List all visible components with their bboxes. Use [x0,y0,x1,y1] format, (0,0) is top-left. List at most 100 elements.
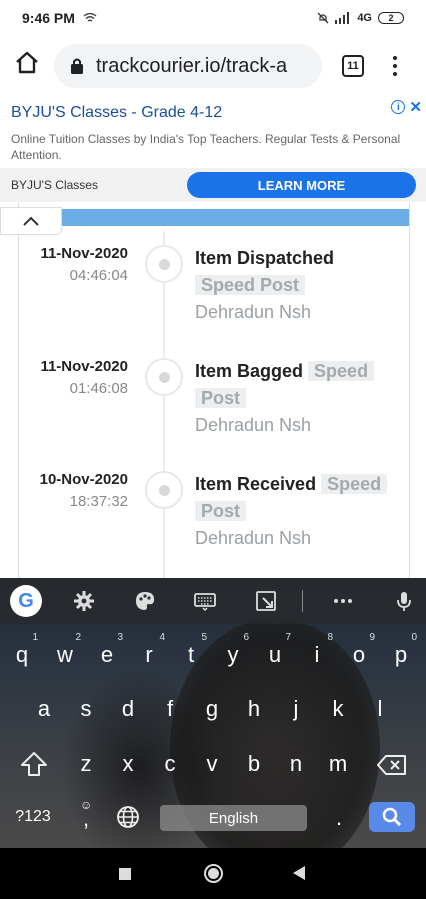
globe-icon[interactable] [116,805,140,829]
resize-icon[interactable] [255,590,277,612]
event-location: Dehradun Nsh [195,415,312,435]
key-b[interactable]: b [234,751,274,777]
battery-level: 2 [388,13,394,23]
palette-icon[interactable] [134,590,156,612]
key-s[interactable]: s [66,696,106,722]
key-w[interactable]: w2 [45,632,85,668]
timeline-dot [145,245,183,283]
info-icon[interactable]: i [391,100,406,114]
home-icon[interactable] [14,50,40,76]
key-p[interactable]: p0 [381,632,421,668]
keyboard-icon[interactable] [194,590,216,612]
event-title: Item Received [195,474,317,494]
key-u[interactable]: u7 [255,632,295,668]
key-r[interactable]: r4 [129,632,169,668]
soft-keyboard: G q1 w2 e3 r4 t5 y6 u7 i8 o9 p0 a s d f … [0,578,426,848]
status-time: 9:46 PM [22,10,75,26]
close-icon[interactable]: ✕ [409,98,422,116]
url-text: trackcourier.io/track-a [96,54,288,77]
service-badge: Speed Post [195,275,306,295]
event-location: Dehradun Nsh [195,528,312,548]
mic-icon[interactable] [393,590,415,612]
tracking-content: 11-Nov-2020 04:46:04 Item Dispatched Spe… [0,203,426,578]
comma-key[interactable]: ☺ , [68,798,104,832]
more-horiz-icon[interactable] [332,590,354,612]
ad-banner[interactable]: BYJU'S Classes - Grade 4-12 i ✕ Online T… [0,96,426,203]
key-k[interactable]: k [318,696,358,722]
event-title-line: Item Bagged Speed Post [195,358,395,412]
event-location: Dehradun Nsh [195,302,312,322]
mute-icon [317,12,329,24]
event-time: 04:46:04 [69,267,128,284]
search-key[interactable] [369,802,415,832]
event-date: 10-Nov-2020 [39,471,128,488]
signal-icon [335,12,350,24]
collapse-ad-button[interactable] [0,207,62,235]
ad-footer: BYJU'S Classes LEARN MORE [0,168,426,202]
back-button[interactable] [293,866,305,880]
battery-icon: 2 [378,12,404,24]
key-h[interactable]: h [234,696,274,722]
shift-icon[interactable] [20,751,48,777]
home-button[interactable] [204,864,223,883]
ad-title[interactable]: BYJU'S Classes - Grade 4-12 [11,104,222,122]
learn-more-button[interactable]: LEARN MORE [187,172,416,198]
space-key[interactable]: English [160,805,307,831]
ad-description: Online Tuition Classes by India's Top Te… [11,132,401,162]
ad-brand: BYJU'S Classes [11,178,98,192]
key-j[interactable]: j [276,696,316,722]
key-n[interactable]: n [276,751,316,777]
address-bar[interactable]: trackcourier.io/track-a [54,44,322,88]
event-date: 11-Nov-2020 [40,358,128,375]
tab-switcher-button[interactable]: 11 [342,55,364,77]
key-a[interactable]: a [24,696,64,722]
key-e[interactable]: e3 [87,632,127,668]
event-date: 11-Nov-2020 [40,245,128,262]
key-g[interactable]: g [192,696,232,722]
recents-button[interactable] [119,868,131,880]
more-vert-icon[interactable] [388,53,402,79]
key-f[interactable]: f [150,696,190,722]
key-d[interactable]: d [108,696,148,722]
emoji-icon: ☺ [80,798,93,812]
wifi-icon [83,13,97,22]
event-title-line: Item Received Speed Post [195,471,395,525]
backspace-icon[interactable] [377,754,407,776]
event-title: Item Bagged [195,361,304,381]
event-time: 18:37:32 [69,493,128,510]
ad-choices[interactable]: i ✕ [391,98,422,116]
key-c[interactable]: c [150,751,190,777]
system-nav-bar [0,848,426,899]
timeline-dot [145,471,183,509]
key-z[interactable]: z [66,751,106,777]
key-m[interactable]: m [318,751,358,777]
key-l[interactable]: l [360,696,400,722]
event-title: Item Dispatched [195,248,335,268]
key-y[interactable]: y6 [213,632,253,668]
network-type: 4G [357,12,372,24]
event-time: 01:46:08 [69,380,128,397]
google-icon[interactable]: G [10,585,42,617]
event-details: Item Dispatched Speed Post Dehradun Nsh [195,245,395,326]
key-t[interactable]: t5 [171,632,211,668]
toolbar-separator [302,590,303,612]
lock-icon [71,58,83,74]
browser-toolbar: trackcourier.io/track-a 11 [0,36,426,96]
timeline-line [163,231,165,578]
period-key[interactable]: . [319,805,359,831]
card-header-bar [19,209,409,226]
key-o[interactable]: o9 [339,632,379,668]
event-details: Item Received Speed Post Dehradun Nsh [195,471,395,552]
chevron-up-icon [23,216,39,226]
search-icon [382,807,402,827]
keyboard-toolbar: G [0,578,426,624]
symbols-key[interactable]: ?123 [8,808,58,826]
gear-icon[interactable] [73,590,95,612]
status-bar: 9:46 PM 4G 2 [0,0,426,36]
key-x[interactable]: x [108,751,148,777]
key-q[interactable]: q1 [2,632,42,668]
timeline-dot [145,358,183,396]
event-details: Item Bagged Speed Post Dehradun Nsh [195,358,395,439]
key-i[interactable]: i8 [297,632,337,668]
key-v[interactable]: v [192,751,232,777]
